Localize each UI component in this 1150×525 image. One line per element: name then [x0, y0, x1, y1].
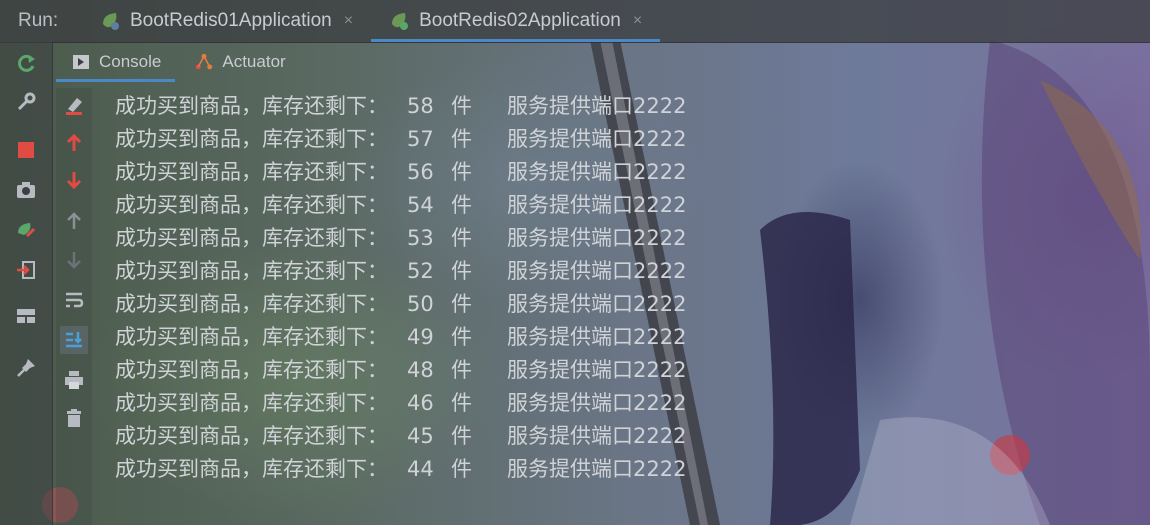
console-line-unit: 件	[451, 127, 472, 151]
console-line-message: 成功买到商品，库存还剩下：	[115, 292, 388, 316]
tab-console-label: Console	[99, 52, 162, 71]
tab-actuator[interactable]: Actuator	[175, 42, 299, 82]
console-line-service: 服务提供端口2222	[507, 457, 687, 481]
console-line-unit: 件	[451, 94, 472, 118]
console-line-stock: 53	[407, 226, 434, 250]
left-action-rail	[0, 42, 53, 525]
console-line-stock: 57	[407, 127, 434, 151]
console-line: 成功买到商品，库存还剩下： 52 件 服务提供端口2222	[115, 255, 1115, 288]
console-line-service: 服务提供端口2222	[507, 358, 687, 382]
console-line: 成功买到商品，库存还剩下： 58 件 服务提供端口2222	[115, 90, 1115, 123]
console-line-unit: 件	[451, 226, 472, 250]
console-line-message: 成功买到商品，库存还剩下：	[115, 325, 388, 349]
console-line: 成功买到商品，库存还剩下： 49 件 服务提供端口2222	[115, 321, 1115, 354]
console-line-stock: 58	[407, 94, 434, 118]
console-line: 成功买到商品，库存还剩下： 50 件 服务提供端口2222	[115, 288, 1115, 321]
console-line-unit: 件	[451, 325, 472, 349]
console-output[interactable]: 成功买到商品，库存还剩下： 58 件服务提供端口2222 成功买到商品，库存还剩下： 5…	[115, 90, 1115, 486]
console-line: 成功买到商品，库存还剩下： 57 件 服务提供端口2222	[115, 123, 1115, 156]
down-arrow-icon[interactable]	[62, 248, 86, 272]
tab-console[interactable]: Console	[52, 42, 176, 82]
console-line-stock: 49	[407, 325, 434, 349]
console-line-unit: 件	[451, 457, 472, 481]
console-line-message: 成功买到商品，库存还剩下：	[115, 391, 388, 415]
console-line: 成功买到商品，库存还剩下： 48 件 服务提供端口2222	[115, 354, 1115, 387]
exit-icon[interactable]	[14, 258, 38, 282]
console-line: 成功买到商品，库存还剩下： 44 件 服务提供端口2222	[115, 453, 1115, 486]
console-line: 成功买到商品，库存还剩下： 46 件 服务提供端口2222	[115, 387, 1115, 420]
console-line-message: 成功买到商品，库存还剩下：	[115, 94, 388, 118]
console-line-message: 成功买到商品，库存还剩下：	[115, 259, 388, 283]
console-line-stock: 45	[407, 424, 434, 448]
layout-icon[interactable]	[14, 304, 38, 328]
run-label: Run:	[18, 10, 59, 31]
console-line-service: 服务提供端口2222	[507, 94, 687, 118]
console-line-service: 服务提供端口2222	[507, 226, 687, 250]
console-line-stock: 48	[407, 358, 434, 382]
up-arrow-red-icon[interactable]	[62, 132, 86, 156]
rerun-icon[interactable]	[14, 52, 38, 76]
down-arrow-red-icon[interactable]	[62, 168, 86, 192]
actuator-icon	[196, 53, 213, 70]
trash-icon[interactable]	[62, 406, 86, 430]
console-subtabs: Console Actuator	[52, 42, 1150, 82]
console-line-stock: 56	[407, 160, 434, 184]
console-line-unit: 件	[451, 193, 472, 217]
soft-wrap-icon[interactable]	[62, 288, 86, 312]
console-line-unit: 件	[451, 391, 472, 415]
spring-boot-icon	[103, 13, 119, 30]
console-line-stock: 46	[407, 391, 434, 415]
console-line-unit: 件	[451, 358, 472, 382]
console-line: 成功买到商品，库存还剩下： 53 件 服务提供端口2222	[115, 222, 1115, 255]
console-line-message: 成功买到商品，库存还剩下：	[115, 193, 388, 217]
scroll-to-end-icon[interactable]	[60, 326, 88, 354]
run-tab-bootredis01[interactable]: BootRedis01Application ×	[82, 0, 371, 42]
console-line-message: 成功买到商品，库存还剩下：	[115, 226, 388, 250]
console-line-message: 成功买到商品，库存还剩下：	[115, 160, 388, 184]
console-line-service: 服务提供端口2222	[507, 160, 687, 184]
console-line-unit: 件	[451, 292, 472, 316]
console-line-message: 成功买到商品，库存还剩下：	[115, 457, 388, 481]
console-icon	[73, 55, 89, 69]
console-line-message: 成功买到商品，库存还剩下：	[115, 424, 388, 448]
console-line: 成功买到商品，库存还剩下： 54 件 服务提供端口2222	[115, 189, 1115, 222]
console-line-stock: 54	[407, 193, 434, 217]
close-icon[interactable]: ×	[344, 12, 353, 30]
console-line-service: 服务提供端口2222	[507, 193, 687, 217]
console-tool-rail	[56, 88, 92, 525]
console-line-stock: 52	[407, 259, 434, 283]
wrench-icon[interactable]	[14, 90, 38, 114]
console-line-service: 服务提供端口2222	[507, 391, 687, 415]
console-line-service: 服务提供端口2222	[507, 424, 687, 448]
console-line-service: 服务提供端口2222	[507, 259, 687, 283]
console-line-message: 成功买到商品，库存还剩下：	[115, 127, 388, 151]
console-line-service: 服务提供端口2222	[507, 325, 687, 349]
console-line: 成功买到商品，库存还剩下： 45 件 服务提供端口2222	[115, 420, 1115, 453]
print-icon[interactable]	[62, 368, 86, 392]
console-line-unit: 件	[451, 259, 472, 283]
camera-icon[interactable]	[14, 178, 38, 202]
clear-icon[interactable]	[62, 94, 86, 118]
run-toolbar: Run: BootRedis01Application × BootRedis0…	[0, 0, 1150, 43]
console-line-unit: 件	[451, 160, 472, 184]
pin-icon[interactable]	[14, 356, 38, 380]
tab-actuator-label: Actuator	[222, 52, 286, 71]
up-arrow-icon[interactable]	[62, 210, 86, 234]
run-tab-label: BootRedis01Application	[130, 10, 332, 31]
console-line-message: 成功买到商品，库存还剩下：	[115, 358, 388, 382]
console-line-unit: 件	[451, 424, 472, 448]
console-line-stock: 44	[407, 457, 434, 481]
stop-icon[interactable]	[14, 138, 38, 162]
run-tab-bootredis02[interactable]: BootRedis02Application ×	[371, 0, 661, 42]
console-line-service: 服务提供端口2222	[507, 292, 687, 316]
close-icon[interactable]: ×	[633, 12, 642, 30]
spring-boot-icon	[392, 13, 409, 30]
console-line-stock: 50	[407, 292, 434, 316]
console-line: 成功买到商品，库存还剩下： 56 件 服务提供端口2222	[115, 156, 1115, 189]
restore-icon[interactable]	[14, 218, 38, 242]
run-tab-label: BootRedis02Application	[419, 10, 621, 31]
console-line-service: 服务提供端口2222	[507, 127, 687, 151]
